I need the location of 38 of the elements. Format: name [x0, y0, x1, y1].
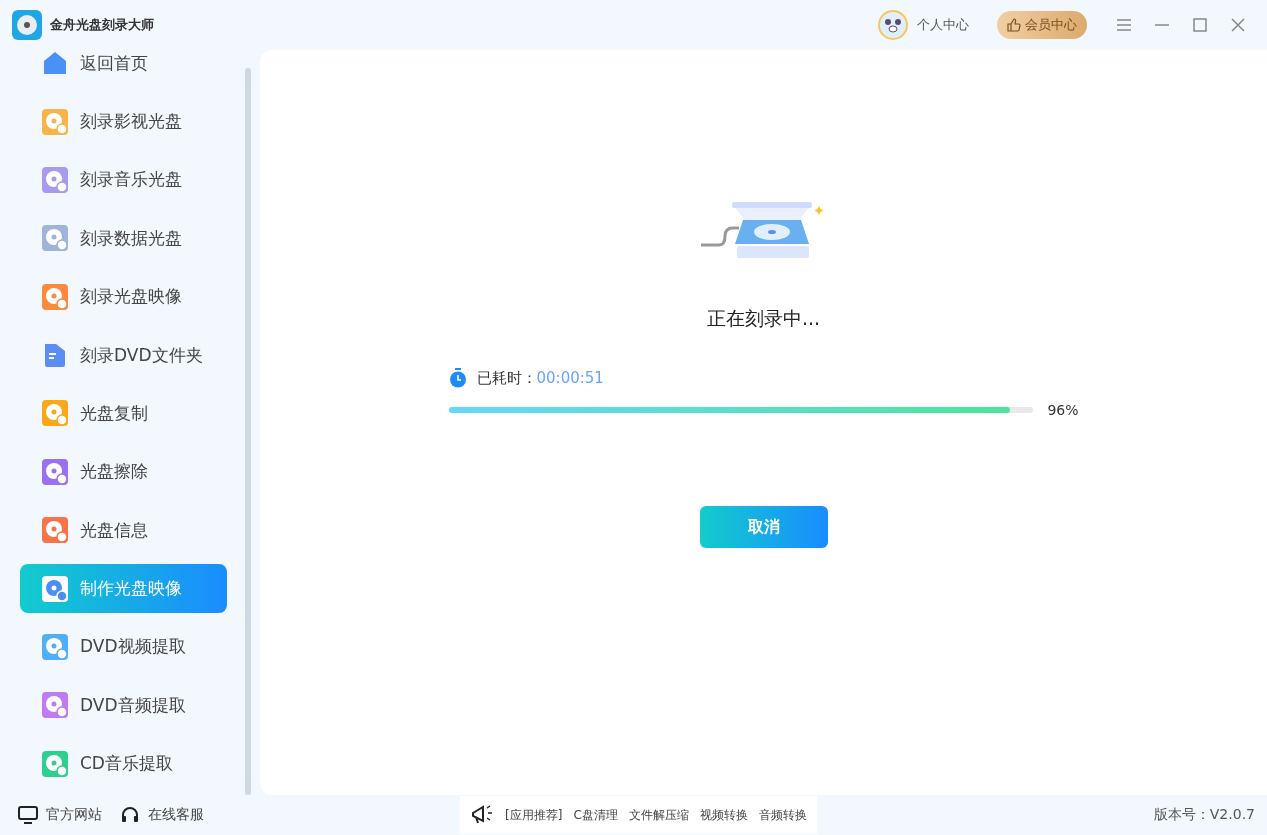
thumbs-up-icon — [1007, 18, 1021, 32]
sidebar-item[interactable]: CD音乐提取 — [20, 739, 227, 789]
website-link[interactable]: 官方网站 — [18, 806, 102, 824]
sidebar-item[interactable]: 光盘复制 — [20, 388, 227, 438]
stopwatch-icon — [448, 368, 467, 388]
burning-status-text: 正在刻录中... — [706, 306, 821, 331]
user-center-link[interactable]: 个人中心 — [877, 9, 969, 41]
elapsed-time: 00:00:51 — [536, 369, 604, 387]
vip-center-button[interactable]: 会员中心 — [997, 11, 1087, 39]
version-text: 版本号：V2.0.7 — [1153, 806, 1255, 824]
sidebar-item[interactable]: 刻录DVD文件夹 — [20, 330, 227, 380]
megaphone-icon — [470, 804, 494, 826]
maximize-icon — [1193, 18, 1207, 32]
sidebar-item[interactable]: 刻录光盘映像 — [20, 272, 227, 322]
scrollbar[interactable] — [245, 68, 251, 795]
recommend-label: [应用推荐] — [505, 806, 563, 824]
disc-logo-icon — [12, 10, 42, 40]
sidebar-item[interactable]: 返回首页 — [20, 38, 227, 88]
sidebar-item[interactable]: 刻录影视光盘 — [20, 97, 227, 147]
progress-percent: 96% — [1047, 402, 1079, 418]
sidebar-item[interactable]: 光盘信息 — [20, 505, 227, 555]
app-title: 金舟光盘刻录大师 — [50, 16, 154, 34]
menu-icon — [1117, 19, 1131, 31]
close-icon — [1231, 18, 1245, 32]
support-link[interactable]: 在线客服 — [120, 805, 204, 825]
elapsed-label: 已耗时： — [476, 368, 537, 388]
recommend-link[interactable]: 音频转换 — [758, 806, 807, 824]
sidebar-item[interactable]: DVD音频提取 — [20, 680, 227, 730]
sidebar-item[interactable]: DVD视频提取 — [20, 622, 227, 672]
panda-avatar-icon — [877, 9, 909, 41]
sidebar-item[interactable]: 光盘擦除 — [20, 447, 227, 497]
sidebar-item[interactable]: 刻录音乐光盘 — [20, 155, 227, 205]
sidebar-item[interactable]: 刻录数据光盘 — [20, 213, 227, 263]
recommend-link[interactable]: C盘清理 — [573, 806, 618, 824]
monitor-icon — [18, 806, 38, 824]
recommend-link[interactable]: 文件解压缩 — [628, 806, 689, 824]
headset-icon — [120, 805, 140, 825]
recommend-link[interactable]: 视频转换 — [699, 806, 748, 824]
